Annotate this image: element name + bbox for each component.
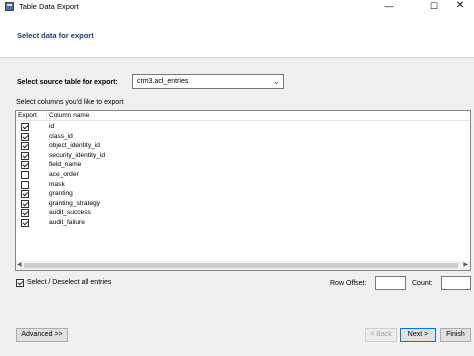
back-button[interactable]: < Back (365, 328, 397, 342)
export-checkbox[interactable] (21, 209, 29, 218)
column-name: object_identity_id (49, 142, 100, 150)
export-checkbox[interactable] (21, 142, 29, 151)
header-divider (46, 111, 47, 121)
horizontal-scrollbar[interactable]: ◀ ▶ (16, 261, 470, 270)
export-checkbox[interactable] (21, 123, 29, 131)
export-checkbox[interactable] (21, 171, 29, 179)
select-all-checkbox[interactable] (16, 279, 24, 287)
chevron-down-icon[interactable]: ⌄ (273, 77, 280, 86)
column-row[interactable]: mask (16, 180, 316, 190)
close-button[interactable]: ✕ (446, 0, 474, 13)
column-header-export[interactable]: Export (18, 112, 37, 119)
column-row[interactable]: id (16, 122, 316, 132)
column-name: security_identity_id (49, 151, 106, 159)
column-name: audit_success (49, 209, 91, 217)
column-name: audit_failure (49, 219, 85, 226)
export-checkbox[interactable] (21, 219, 29, 227)
column-name: class_id (49, 132, 73, 140)
export-checkbox[interactable] (21, 199, 29, 208)
table-icon (5, 2, 14, 11)
title-bar: Table Data Export — ☐ ✕ (0, 0, 474, 13)
scroll-right-icon[interactable]: ▶ (463, 261, 468, 268)
page-title: Select data for export (17, 31, 94, 40)
column-name: id (49, 123, 55, 130)
row-offset-label: Row Offset: (330, 280, 367, 287)
export-checkbox[interactable] (21, 132, 29, 141)
column-row[interactable]: ace_order (16, 170, 316, 180)
columns-label: Select columns you'd like to export (16, 99, 124, 106)
scrollbar-thumb[interactable] (24, 263, 458, 268)
column-name: mask (49, 180, 65, 188)
advanced-button[interactable]: Advanced >> (16, 328, 68, 342)
export-checkbox[interactable] (21, 190, 29, 199)
count-input[interactable] (441, 276, 471, 290)
export-checkbox[interactable] (21, 151, 29, 160)
column-row[interactable]: class_id (16, 132, 316, 142)
source-table-select[interactable]: crm3.acl_entries ⌄ (132, 74, 284, 89)
count-label: Count: (412, 280, 433, 287)
column-row[interactable]: field_name (16, 160, 316, 170)
column-name: granting_strategy (49, 199, 100, 207)
column-name: granting (49, 190, 73, 198)
next-button[interactable]: Next > (400, 328, 436, 342)
column-name: ace_order (49, 171, 79, 178)
column-row[interactable]: audit_success (16, 208, 316, 218)
select-all-label[interactable]: Select / Deselect all entries (27, 279, 111, 286)
export-checkbox[interactable] (21, 161, 29, 170)
maximize-button[interactable]: ☐ (420, 0, 448, 13)
source-table-label: Select source table for export: (17, 79, 118, 86)
column-row[interactable]: granting (16, 189, 316, 199)
column-header-name[interactable]: Column name (49, 112, 89, 119)
columns-list[interactable]: Export Column name id class_id object_iden… (15, 110, 471, 271)
finish-button[interactable]: Finish (440, 328, 471, 342)
export-checkbox[interactable] (21, 180, 29, 189)
column-row[interactable]: audit_failure (16, 218, 316, 228)
minimize-button[interactable]: — (375, 0, 403, 13)
column-row[interactable]: security_identity_id (16, 151, 316, 161)
row-offset-input[interactable] (375, 276, 406, 290)
column-row[interactable]: granting_strategy (16, 199, 316, 209)
column-row[interactable]: object_identity_id (16, 141, 316, 151)
window-title: Table Data Export (19, 2, 79, 11)
source-table-value: crm3.acl_entries (137, 78, 189, 85)
scroll-left-icon[interactable]: ◀ (17, 261, 22, 268)
column-name: field_name (49, 161, 82, 169)
list-header: Export Column name (16, 111, 470, 121)
